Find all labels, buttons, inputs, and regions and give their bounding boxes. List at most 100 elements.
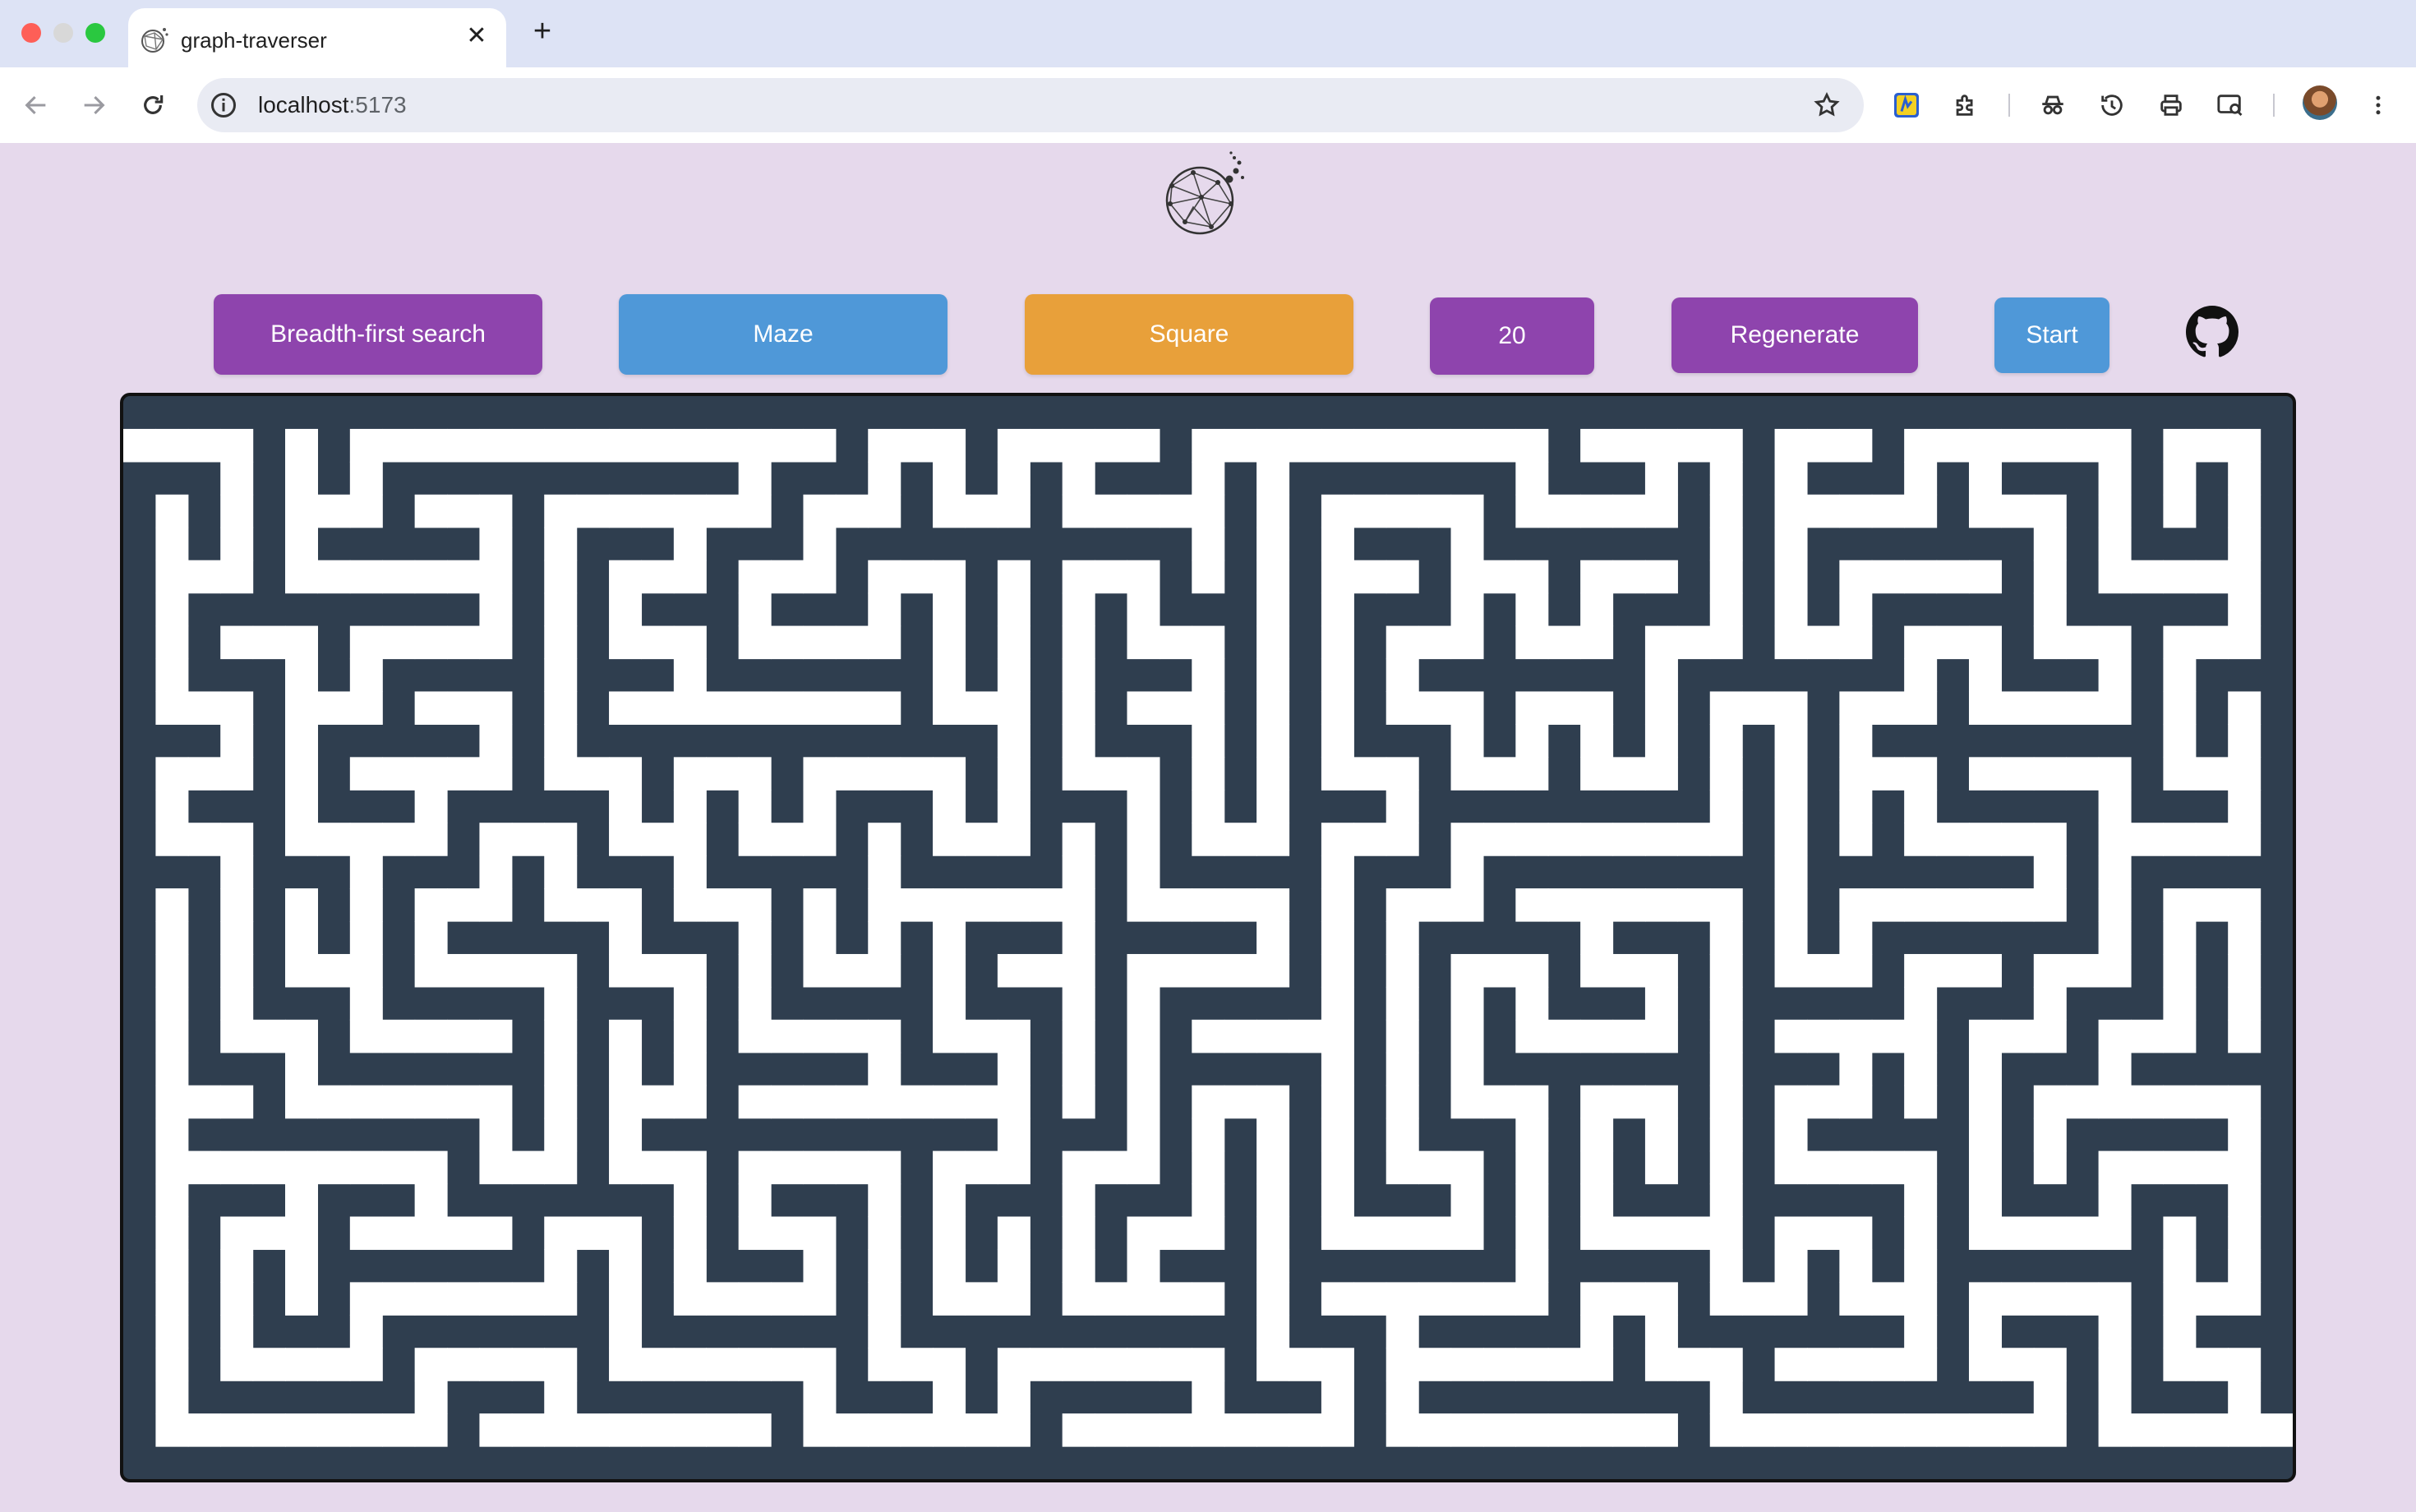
maze-passage-cell [1192,1348,1225,1381]
history-icon[interactable] [2094,87,2130,123]
maze-passage-cell [544,757,578,791]
maze-passage-cell [511,428,545,463]
github-icon[interactable] [2186,306,2238,358]
graph-type-select-button[interactable]: Maze [619,294,947,375]
algorithm-select-button[interactable]: Breadth-first search [214,294,542,375]
maze-passage-cell [673,823,707,856]
maze-passage-cell [997,461,1030,496]
maze-passage-cell [1386,691,1419,725]
maze-passage-cell [1256,691,1290,725]
maze-passage-cell [933,953,966,988]
maze-passage-cell [2098,1019,2132,1053]
maze-passage-cell [1644,461,1678,496]
url-text[interactable]: localhost:5173 [258,92,407,118]
maze-passage-cell [1321,1381,1354,1414]
maze-passage-cell [1968,625,2002,660]
maze-passage-cell [1839,1216,1873,1251]
maze-passage-cell [1774,1019,1808,1053]
maze-passage-cell [1742,691,1776,725]
back-arrow-icon[interactable] [18,87,54,123]
maze-passage-cell [673,1216,707,1251]
maze-passage-cell [1159,691,1192,725]
size-input-button[interactable]: 20 [1430,297,1594,375]
maze-passage-cell [997,1413,1030,1447]
maze-passage-cell [1256,658,1290,693]
maze-passage-cell [1871,888,1905,922]
maze-passage-cell [1968,1150,2002,1185]
window-close-button[interactable] [21,23,41,43]
maze-passage-cell [155,1150,189,1185]
maze-passage-cell [1839,1150,1873,1185]
incognito-icon[interactable] [2035,87,2071,123]
maze-passage-cell [997,658,1030,693]
maze-passage-cell [1709,1118,1743,1152]
maze-passage-cell [609,823,643,856]
new-tab-button[interactable]: + [526,15,559,48]
print-icon[interactable] [2153,87,2189,123]
bookmark-star-icon[interactable] [1813,91,1841,119]
forward-arrow-icon[interactable] [76,87,112,123]
reload-icon[interactable] [135,87,171,123]
puzzle-extensions-icon[interactable] [1948,87,1984,123]
maze-passage-cell [1968,1413,2002,1447]
maze-passage-cell [1450,1348,1484,1381]
maze-passage-cell [835,1019,869,1053]
maze-passage-cell [155,1381,189,1414]
maze-passage-cell [868,592,901,627]
maze-passage-cell [1256,757,1290,791]
maze-passage-cell [155,1249,189,1283]
maze-passage-cell [1321,1216,1354,1251]
maze-passage-cell [1289,1019,1322,1053]
maze-passage-cell [1127,1118,1160,1152]
maze-passage-cell [2066,757,2100,791]
maze-passage-cell [933,1381,966,1414]
maze-passage-cell [317,823,351,856]
maze-passage-cell [1742,1413,1776,1447]
profile-avatar[interactable] [2303,85,2337,120]
cell-shape-select-button[interactable]: Square [1025,294,1353,375]
maze-passage-cell [706,1282,740,1316]
maze-passage-cell [868,1085,901,1119]
site-info-icon[interactable] [209,90,238,120]
maze-passage-cell [1192,1216,1225,1251]
maze-passage-cell [220,428,254,463]
maze-passage-cell [1968,1183,2002,1218]
maze-passage-cell [544,1381,578,1414]
search-tab-icon[interactable] [2212,87,2248,123]
maze-passage-cell [803,1282,837,1316]
maze-passage-cell [1709,724,1743,758]
maze-passage-cell [1806,1150,1840,1185]
maze-passage-cell [1677,823,1711,856]
maze-passage-cell [1386,790,1419,823]
maze-passage-cell [2001,757,2035,791]
window-minimize-button[interactable] [53,23,73,43]
maze-passage-cell [220,1019,254,1053]
maze-passage-cell [2163,888,2197,922]
maze-grid[interactable] [123,396,2293,1479]
maze-passage-cell [220,560,254,594]
maze-passage-cell [2033,757,2067,791]
window-maximize-button[interactable] [85,23,105,43]
maze-passage-cell [1482,1413,1516,1447]
maze-passage-cell [1256,1019,1290,1053]
tab-close-icon[interactable]: ✕ [462,21,491,51]
maze-passage-cell [479,888,513,922]
maze-passage-cell [1904,1183,1938,1218]
more-menu-icon[interactable] [2360,87,2396,123]
regenerate-button[interactable]: Regenerate [1671,297,1918,373]
maze-passage-cell [1418,1282,1452,1316]
extension-badge-icon[interactable] [1888,87,1925,123]
start-button[interactable]: Start [1994,297,2109,373]
maze-passage-cell [285,757,319,791]
address-bar[interactable]: localhost:5173 [197,78,1864,132]
maze-passage-cell [220,888,254,922]
maze-passage-cell [317,1150,351,1185]
maze-passage-cell [1030,888,1063,922]
browser-tab[interactable]: graph-traverser ✕ [128,8,506,67]
maze-passage-cell [609,1085,643,1119]
maze-passage-cell [771,1282,805,1316]
maze-passage-cell [317,691,351,725]
maze-board[interactable] [120,393,2296,1482]
maze-passage-cell [1774,888,1808,922]
maze-passage-cell [479,428,513,463]
